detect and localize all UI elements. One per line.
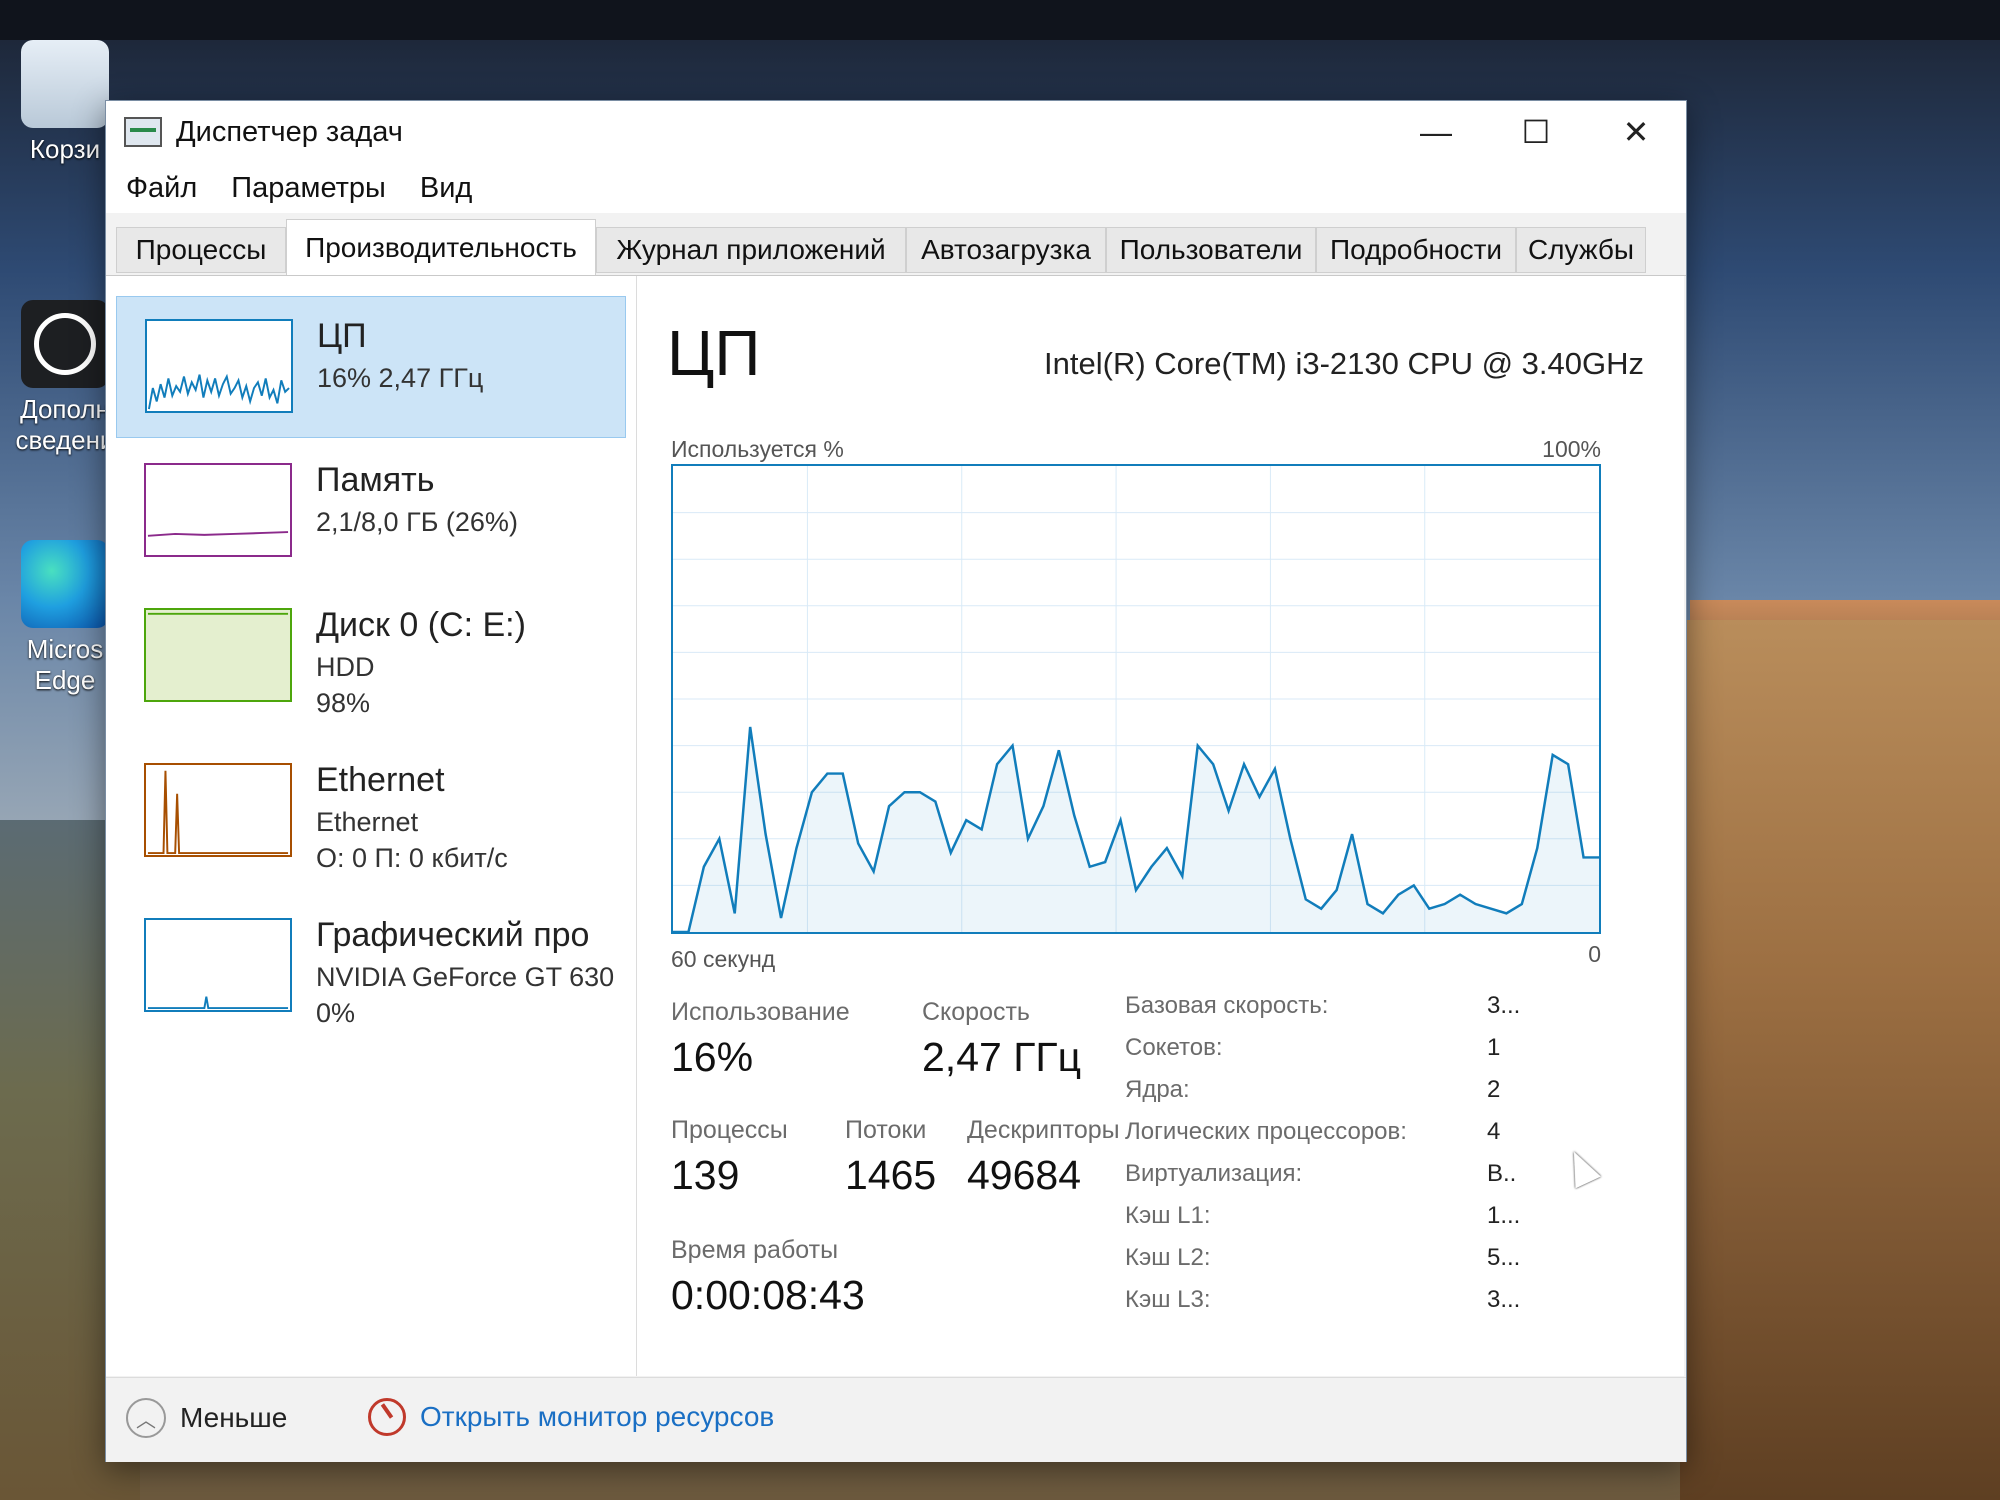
spec-base-speed-label: Базовая скорость: <box>1125 992 1329 1019</box>
tab-bar: Процессы Производительность Журнал прило… <box>106 213 1686 276</box>
tab-users[interactable]: Пользователи <box>1106 227 1316 273</box>
menu-options[interactable]: Параметры <box>231 172 386 205</box>
maximize-button[interactable]: ☐ <box>1486 101 1586 163</box>
uptime-value: 0:00:08:43 <box>671 1272 865 1318</box>
resource-monitor-label: Открыть монитор ресурсов <box>420 1401 775 1432</box>
spec-l1-value: 1... <box>1487 1202 1521 1229</box>
page-title: ЦП <box>667 317 761 389</box>
desktop-top-dark <box>0 0 2000 40</box>
spec-sockets-label: Сокетов: <box>1125 1034 1223 1061</box>
gpu-mini-graph <box>144 918 292 1012</box>
menu-file[interactable]: Файл <box>126 172 197 205</box>
open-resource-monitor-link[interactable]: Открыть монитор ресурсов <box>368 1398 774 1436</box>
spec-logical-label: Логических процессоров: <box>1125 1118 1407 1145</box>
spec-l2-label: Кэш L2: <box>1125 1244 1211 1271</box>
cpu-detail-pane: ЦП Intel(R) Core(TM) i3-2130 CPU @ 3.40G… <box>637 276 1684 1376</box>
resource-detail: 98% <box>316 688 371 718</box>
usage-value: 16% <box>671 1034 754 1080</box>
tab-services[interactable]: Службы <box>1516 227 1646 273</box>
resource-cpu[interactable]: ЦП 16% 2,47 ГГц <box>116 296 626 438</box>
spec-cores-label: Ядра: <box>1125 1076 1190 1103</box>
tab-startup[interactable]: Автозагрузка <box>906 227 1106 273</box>
resource-memory[interactable]: Память 2,1/8,0 ГБ (26%) <box>116 441 626 583</box>
resource-list: ЦП 16% 2,47 ГГц Память 2,1/8,0 ГБ (26%) … <box>106 276 637 1376</box>
speed-label: Скорость <box>922 998 1030 1026</box>
window-controls: — ☐ ✕ <box>1386 101 1686 163</box>
spec-virtualization-label: Виртуализация: <box>1125 1160 1303 1187</box>
close-button[interactable]: ✕ <box>1586 101 1686 163</box>
resource-detail: HDD <box>316 652 375 682</box>
processes-value: 139 <box>671 1152 740 1198</box>
menu-view[interactable]: Вид <box>420 172 472 205</box>
spec-l3-value: 3... <box>1487 1286 1521 1313</box>
info-app-icon <box>21 300 109 388</box>
fewer-details-button[interactable]: ︿ Меньше <box>126 1398 287 1438</box>
resource-name: Память <box>316 461 435 499</box>
graph-max-label: 100% <box>1542 436 1601 462</box>
threads-label: Потоки <box>845 1116 927 1144</box>
spec-logical-value: 4 <box>1487 1118 1501 1145</box>
task-manager-window: Диспетчер задач — ☐ ✕ Файл Параметры Вид… <box>105 100 1687 1462</box>
speed-value: 2,47 ГГц <box>922 1034 1082 1080</box>
cpu-usage-area <box>673 726 1599 932</box>
tab-processes[interactable]: Процессы <box>116 227 286 273</box>
graph-y-label: Используется % <box>671 436 844 462</box>
spec-cores-value: 2 <box>1487 1076 1501 1103</box>
spec-l3-label: Кэш L3: <box>1125 1286 1211 1313</box>
footer-bar: ︿ Меньше Открыть монитор ресурсов <box>106 1377 1686 1462</box>
spec-l1-label: Кэш L1: <box>1125 1202 1211 1229</box>
graph-zero-label: 0 <box>1588 941 1601 967</box>
resource-detail: 16% 2,47 ГГц <box>317 363 484 393</box>
resource-gpu[interactable]: Графический про NVIDIA GeForce GT 630 0% <box>116 896 626 1038</box>
handles-value: 49684 <box>967 1152 1082 1198</box>
cpu-model-name: Intel(R) Core(TM) i3-2130 CPU @ 3.40GHz <box>1044 346 1644 381</box>
resource-disk[interactable]: Диск 0 (C: E:) HDD 98% <box>116 586 626 728</box>
cpu-mini-graph <box>145 319 293 413</box>
window-title: Диспетчер задач <box>176 115 403 148</box>
resource-detail: 2,1/8,0 ГБ (26%) <box>316 507 518 537</box>
menu-bar: Файл Параметры Вид <box>106 163 1686 213</box>
handles-label: Дескрипторы <box>967 1116 1120 1144</box>
spec-l2-value: 5... <box>1487 1244 1521 1271</box>
task-manager-app-icon <box>124 117 162 147</box>
tab-details[interactable]: Подробности <box>1316 227 1516 273</box>
spec-virtualization-value: В.. <box>1487 1160 1517 1187</box>
resource-detail: NVIDIA GeForce GT 630 <box>316 962 615 992</box>
resource-monitor-icon <box>368 1398 406 1436</box>
tab-app-history[interactable]: Журнал приложений <box>596 227 906 273</box>
usage-label: Использование <box>671 998 850 1026</box>
recycle-bin-icon <box>21 40 109 128</box>
processes-label: Процессы <box>671 1116 788 1144</box>
resource-detail: 0% <box>316 998 356 1028</box>
resource-detail: Ethernet <box>316 807 419 837</box>
threads-value: 1465 <box>845 1152 937 1198</box>
minimize-button[interactable]: — <box>1386 101 1486 163</box>
tab-performance[interactable]: Производительность <box>286 219 596 275</box>
disk-mini-graph <box>144 608 292 702</box>
uptime-label: Время работы <box>671 1236 839 1264</box>
title-bar[interactable]: Диспетчер задач — ☐ ✕ <box>106 101 1686 163</box>
cpu-usage-graph <box>671 464 1601 934</box>
spec-sockets-value: 1 <box>1487 1034 1501 1061</box>
chevron-up-icon: ︿ <box>126 1398 166 1438</box>
resource-ethernet[interactable]: Ethernet Ethernet О: 0 П: 0 кбит/с <box>116 741 626 883</box>
spec-base-speed-value: 3... <box>1487 992 1521 1019</box>
fewer-details-label: Меньше <box>180 1402 288 1433</box>
resource-name: Графический про <box>316 916 590 954</box>
graph-time-label: 60 секунд <box>671 946 776 972</box>
resource-name: Диск 0 (C: E:) <box>316 606 526 644</box>
resource-name: Ethernet <box>316 761 445 799</box>
resource-name: ЦП <box>317 317 367 355</box>
desktop-wallpaper-cliff <box>1680 620 2000 1500</box>
edge-icon <box>21 540 109 628</box>
memory-mini-graph <box>144 463 292 557</box>
resource-detail: О: 0 П: 0 кбит/с <box>316 843 508 873</box>
ethernet-mini-graph <box>144 763 292 857</box>
